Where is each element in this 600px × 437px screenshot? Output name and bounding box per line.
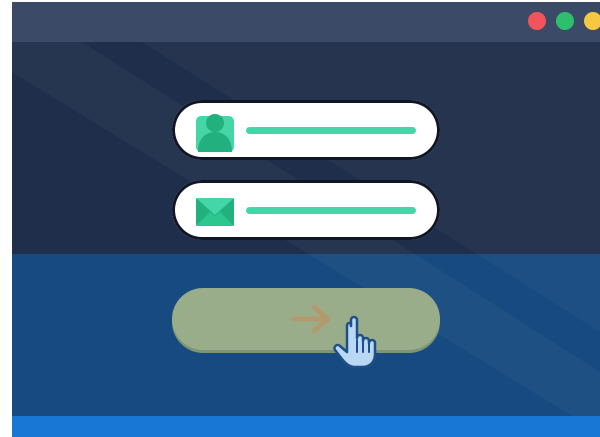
close-window-button[interactable] (528, 12, 546, 30)
minimize-window-button[interactable] (584, 12, 600, 30)
submit-button[interactable] (172, 288, 440, 350)
title-bar (12, 2, 600, 42)
hand-pointer-icon (333, 315, 377, 369)
envelope-icon (196, 198, 234, 226)
maximize-window-button[interactable] (556, 12, 574, 30)
username-placeholder-line (246, 127, 416, 134)
app-window (12, 2, 600, 437)
email-placeholder-line (246, 207, 416, 214)
user-icon (196, 114, 234, 152)
email-input[interactable] (172, 180, 440, 240)
footer-bar (12, 416, 600, 437)
username-input[interactable] (172, 100, 440, 160)
